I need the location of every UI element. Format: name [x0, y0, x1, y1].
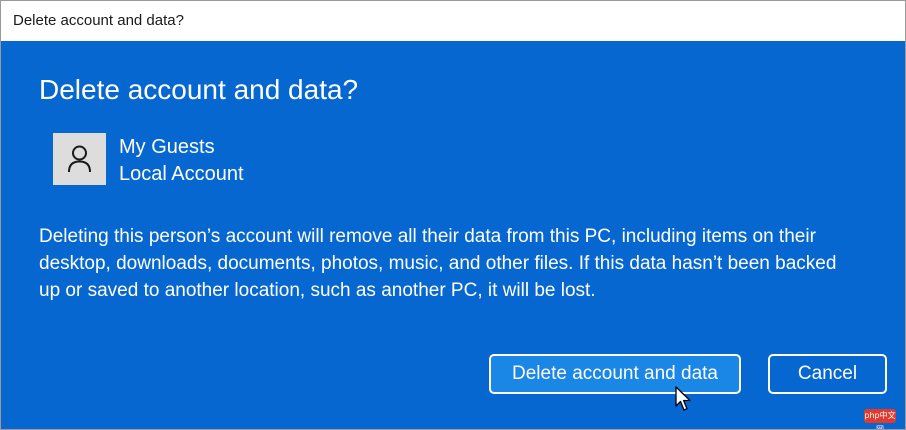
watermark-text: php中文网: [864, 411, 896, 430]
account-name: My Guests: [119, 136, 215, 158]
delete-account-button[interactable]: Delete account and data: [489, 354, 741, 394]
dialog-heading: Delete account and data?: [39, 74, 359, 105]
person-icon: [68, 145, 91, 173]
avatar: [53, 133, 106, 185]
watermark-logo: php中文网: [864, 409, 896, 429]
delete-account-dialog-window: Delete account and data? Delete account …: [0, 0, 906, 430]
cancel-button[interactable]: Cancel: [768, 354, 887, 394]
account-type: Local Account: [119, 163, 244, 185]
window-title: Delete account and data?: [13, 12, 184, 29]
dialog-description: Deleting this person’s account will remo…: [39, 226, 837, 301]
mouse-cursor-icon: [675, 386, 691, 411]
window-titlebar: Delete account and data?: [1, 1, 905, 41]
dialog-content: Delete account and data? My Guests Local…: [1, 41, 905, 429]
